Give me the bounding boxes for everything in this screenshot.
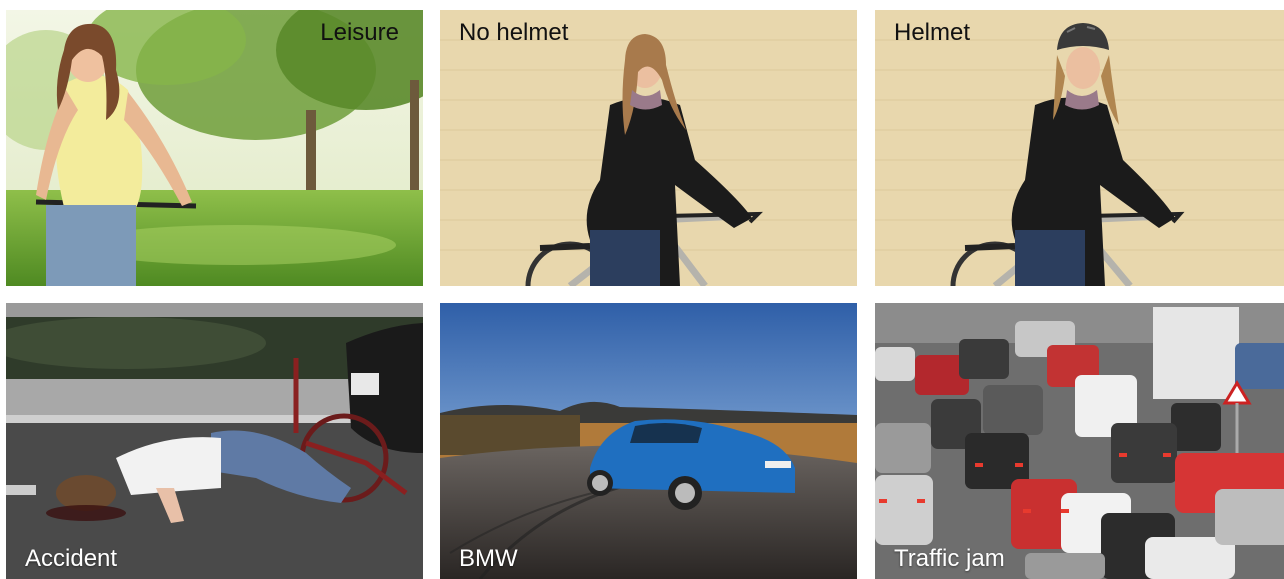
label-no-helmet: No helmet — [459, 19, 569, 46]
bmw-image — [440, 303, 857, 579]
no-helmet-image — [440, 10, 857, 286]
photo-no-helmet: No helmet — [440, 10, 857, 286]
label-leisure: Leisure — [320, 19, 399, 46]
photo-leisure: Leisure — [6, 10, 423, 286]
traffic-jam-image — [875, 303, 1284, 579]
label-helmet: Helmet — [894, 19, 971, 46]
label-bmw: BMW — [459, 545, 518, 572]
accident-image — [6, 303, 423, 579]
label-traffic-jam: Traffic jam — [894, 545, 1005, 572]
helmet-image — [875, 10, 1284, 286]
leisure-image — [6, 10, 423, 286]
label-accident: Accident — [25, 545, 118, 572]
photo-bmw: BMW — [440, 303, 857, 579]
photo-traffic-jam: Traffic jam — [875, 303, 1284, 579]
photo-accident: Accident — [6, 303, 423, 579]
photo-helmet: Helmet — [875, 10, 1284, 286]
